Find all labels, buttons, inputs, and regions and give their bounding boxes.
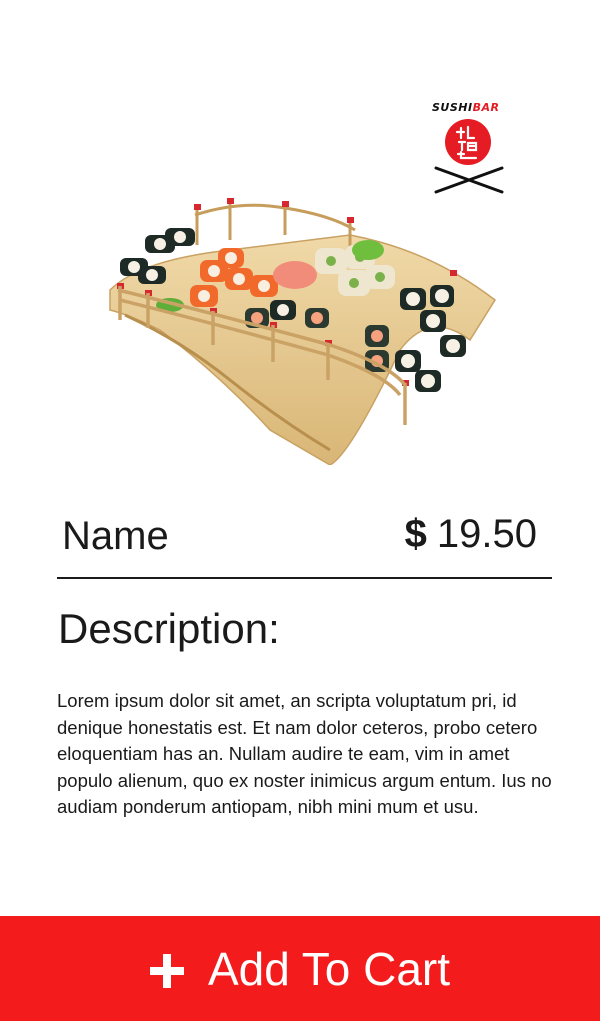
logo-emblem-icon: [434, 119, 504, 194]
price-currency: $: [404, 512, 427, 556]
description-heading: Description:: [58, 605, 280, 652]
plus-icon: [149, 953, 184, 988]
chopsticks-icon: [434, 166, 504, 194]
sushi-platter-image: [109, 198, 496, 465]
logo-brand-sushi: SUSHI: [432, 101, 473, 114]
product-price: $19.50: [405, 508, 537, 560]
sushi-bar-logo: SUSHIBAR: [428, 98, 518, 200]
description-body: Lorem ipsum dolor sit amet, an scripta v…: [57, 690, 552, 817]
product-name: Name: [62, 514, 169, 558]
name-divider: [57, 577, 552, 579]
add-to-cart-content: Add To Cart: [149, 941, 451, 997]
logo-brand-text: SUSHIBAR: [432, 101, 514, 115]
price-value: 19.50: [436, 512, 537, 556]
logo-brand-bar: BAR: [472, 101, 500, 114]
add-to-cart-button[interactable]: Add To Cart: [0, 916, 600, 1021]
add-to-cart-label: Add To Cart: [207, 942, 451, 995]
